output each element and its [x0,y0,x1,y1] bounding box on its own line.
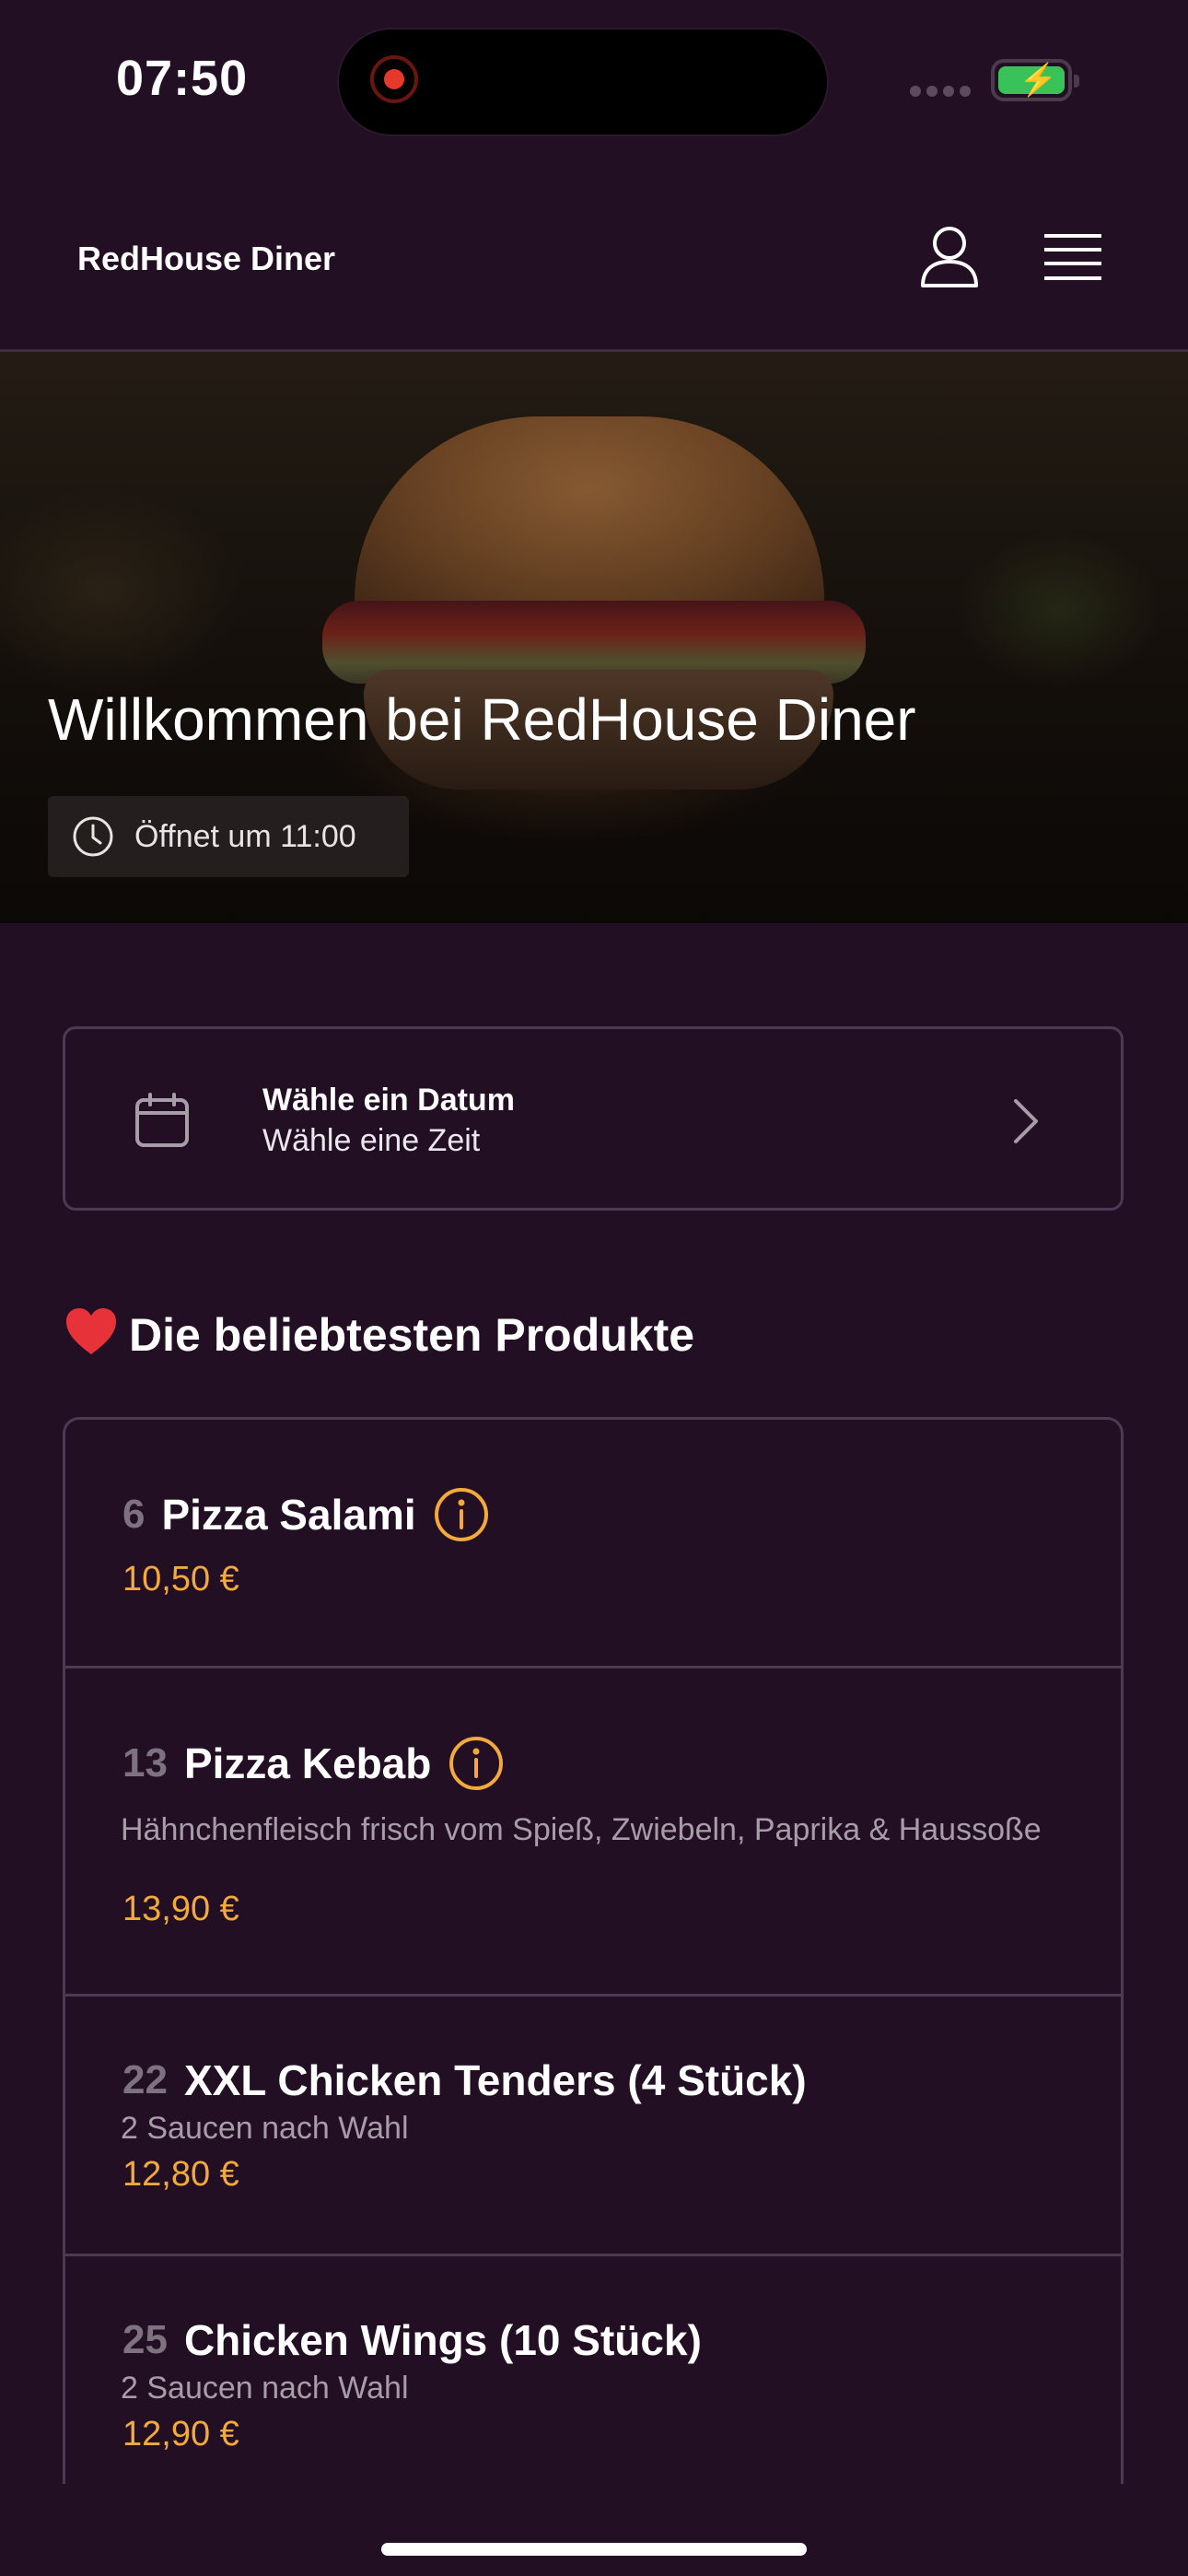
hero-title: Willkommen bei RedHouse Diner [48,686,916,753]
menu-icon[interactable] [1042,232,1103,284]
product-item[interactable]: 22 XXL Chicken Tenders (4 Stück) 2 Sauce… [65,1996,1121,2256]
opening-hours-text: Öffnet um 11:00 [134,818,356,854]
product-price: 13,90 € [122,1890,239,1928]
product-description: 2 Saucen nach Wahl [121,2371,409,2406]
product-name: Pizza Kebab [183,1739,432,1787]
section-title-text: Die beliebtesten Produkte [129,1309,695,1361]
product-number: 22 [122,2057,168,2102]
product-item[interactable]: 6 Pizza Salami 10,50 € [65,1420,1121,1669]
popular-products-list: 6 Pizza Salami 10,50 € 13 Pizza Kebab Hä… [63,1417,1124,2484]
app-header: RedHouse Diner [0,157,1188,352]
chevron-right-icon [1014,1099,1038,1143]
opening-hours-badge: Öffnet um 11:00 [48,796,409,877]
info-icon[interactable] [433,1486,490,1543]
battery-icon: ⚡ [991,59,1079,101]
brand-name[interactable]: RedHouse Diner [77,240,335,278]
date-picker-subtitle: Wähle eine Zeit [262,1123,481,1158]
product-description: Hähnchenfleisch frisch vom Spieß, Zwiebe… [121,1812,1042,1847]
product-price: 12,90 € [122,2415,239,2453]
home-indicator[interactable] [381,2543,807,2556]
user-icon[interactable] [917,225,982,291]
status-time: 07:50 [116,51,249,106]
date-time-picker[interactable]: Wähle ein Datum Wähle eine Zeit [63,1026,1124,1211]
dynamic-island [337,28,829,136]
product-number: 25 [122,2317,168,2362]
recording-indicator-icon [370,55,418,103]
clock-icon [73,816,113,857]
product-price: 12,80 € [122,2155,239,2194]
charging-bolt-icon: ⚡ [1019,63,1058,98]
product-number: 13 [122,1740,168,1786]
product-name: XXL Chicken Tenders (4 Stück) [183,2056,807,2104]
cellular-signal-icon [910,86,976,97]
heart-icon [66,1308,116,1354]
product-number: 6 [122,1492,146,1537]
product-item[interactable]: 13 Pizza Kebab Hähnchenfleisch frisch vo… [65,1669,1121,1996]
product-price: 10,50 € [122,1560,239,1598]
status-bar: 07:50 ⚡ [0,0,1188,157]
product-name: Chicken Wings (10 Stück) [183,2316,702,2364]
calendar-icon [135,1093,189,1147]
date-picker-title: Wähle ein Datum [262,1083,515,1118]
info-icon[interactable] [448,1735,505,1792]
hero-banner: Willkommen bei RedHouse Diner Öffnet um … [0,352,1188,923]
section-title: Die beliebtesten Produkte [64,1306,694,1362]
product-item[interactable]: 25 Chicken Wings (10 Stück) 2 Saucen nac… [65,2256,1121,2484]
product-name: Pizza Salami [161,1491,416,1539]
product-description: 2 Saucen nach Wahl [121,2111,409,2146]
